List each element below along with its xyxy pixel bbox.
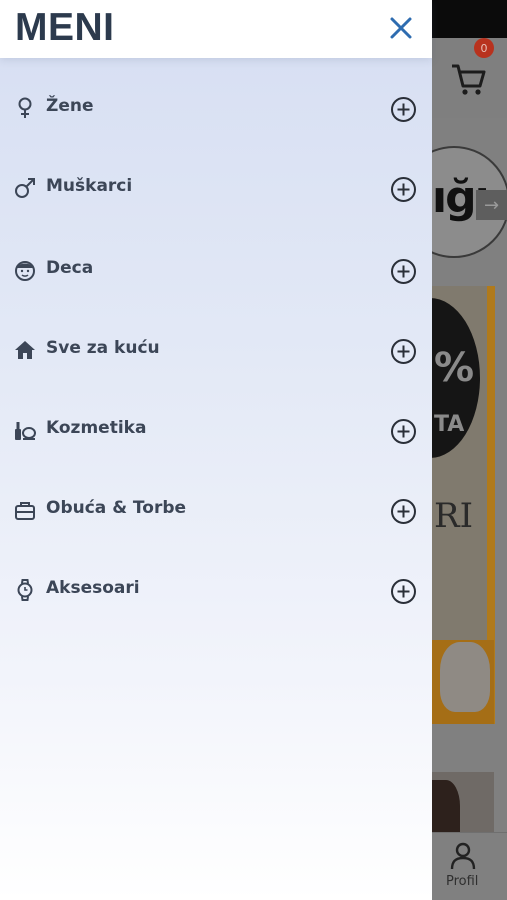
menu-item-sve-za-kucu[interactable]: Sve za kuću [0, 324, 432, 380]
male-icon [15, 178, 35, 198]
menu-item-zene[interactable]: Žene [0, 82, 432, 138]
cart-icon[interactable] [448, 58, 488, 98]
menu-title: MENI [15, 6, 115, 49]
menu-item-label: Aksesoari [46, 578, 140, 598]
menu-item-aksesoari[interactable]: Aksesoari [0, 564, 432, 620]
side-menu-drawer: MENI Žene Muškarci Deca Sve za kuću Kozm… [0, 0, 432, 900]
cart-count-badge: 0 [474, 38, 494, 58]
expand-plus-icon[interactable] [390, 176, 417, 203]
home-icon [15, 341, 35, 359]
menu-item-label: Muškarci [46, 176, 133, 196]
bag-icon [15, 502, 35, 520]
menu-item-label: Kozmetika [46, 418, 147, 438]
discount-percent: % [434, 345, 475, 391]
promo-banner-image [440, 642, 490, 712]
discount-subtext: TA [434, 412, 465, 437]
menu-item-kozmetika[interactable]: Kozmetika [0, 404, 432, 460]
expand-plus-icon[interactable] [390, 96, 417, 123]
expand-plus-icon[interactable] [390, 498, 417, 525]
banner-text: RI [434, 496, 474, 536]
menu-header: MENI [0, 0, 432, 58]
menu-item-label: Obuća & Torbe [46, 498, 187, 518]
cosmetics-icon [15, 422, 36, 440]
profile-nav-label[interactable]: Profil [446, 874, 478, 889]
product-photo-detail [432, 780, 460, 832]
menu-item-label: Sve za kuću [46, 338, 160, 358]
expand-plus-icon[interactable] [390, 578, 417, 605]
menu-item-obuca-torbe[interactable]: Obuća & Torbe [0, 484, 432, 540]
expand-plus-icon[interactable] [390, 258, 417, 285]
profile-icon[interactable] [450, 842, 476, 870]
menu-item-label: Deca [46, 258, 94, 278]
expand-plus-icon[interactable] [390, 338, 417, 365]
carousel-next-icon[interactable]: → [476, 190, 507, 220]
watch-icon [17, 579, 33, 601]
menu-item-label: Žene [46, 96, 94, 116]
menu-item-deca[interactable]: Deca [0, 244, 432, 300]
female-icon [18, 97, 32, 118]
expand-plus-icon[interactable] [390, 418, 417, 445]
child-face-icon [15, 261, 35, 281]
close-icon[interactable] [386, 13, 416, 43]
menu-item-muskarci[interactable]: Muškarci [0, 162, 432, 218]
